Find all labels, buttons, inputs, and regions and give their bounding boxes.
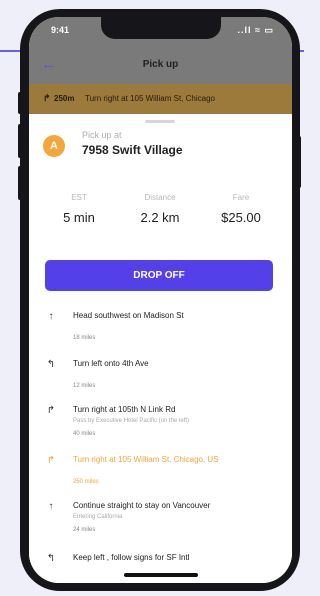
stat-est: EST 5 min [39, 193, 119, 225]
step-instruction: Turn left onto 4th Ave [73, 359, 149, 368]
step-sub: Entering California [73, 514, 123, 520]
nav-bar: ← Pick up [29, 54, 292, 76]
stat-value: 2.2 km [140, 210, 180, 225]
phone-volume-down [18, 166, 22, 200]
phone-volume-up [18, 124, 22, 158]
stat-distance: Distance 2.2 km [120, 193, 200, 225]
step-miles: 24 miles [73, 527, 96, 533]
status-time: 9:41 [51, 25, 70, 35]
turn-right-icon: ↱ [46, 455, 56, 466]
turn-distance: 250m [54, 94, 75, 103]
turn-right-icon: ↱ [46, 405, 56, 416]
header: 9:41 ..ll ≈ ▭ ← Pick up [29, 17, 292, 84]
keep-left-icon: ↰ [46, 553, 56, 564]
trip-card: A Pick up at 7958 Swift Village EST 5 mi… [29, 115, 292, 583]
step-miles: 18 miles [73, 335, 96, 341]
turn-left-icon: ↰ [46, 359, 56, 370]
stat-label: EST [71, 193, 87, 202]
step-sub: Pass by Executive Hotel Pacific (on the … [73, 418, 190, 424]
step-miles: 40 miles [73, 431, 96, 437]
straight-arrow-icon: ↑ [48, 311, 54, 322]
pickup-avatar: A [43, 135, 65, 157]
page-title: Pick up [142, 59, 179, 70]
straight-arrow-icon: ↑ [48, 501, 54, 512]
pickup-label: Pick up at [82, 130, 122, 140]
phone-notch [101, 17, 221, 39]
phone-power-button [297, 136, 301, 188]
app-screen: 9:41 ..ll ≈ ▭ ← Pick up ↱ 250m Turn righ… [29, 17, 292, 583]
step-instruction: Continue straight to stay on Vancouver [73, 501, 211, 510]
step-instruction: Head southwest on Madison St [73, 311, 184, 320]
turn-right-icon: ↱ [43, 93, 51, 103]
home-indicator[interactable] [124, 573, 198, 577]
drag-handle[interactable] [145, 120, 175, 123]
status-icons: ..ll ≈ ▭ [237, 25, 274, 35]
step-miles: 250 miles [73, 479, 99, 485]
step-miles: 12 miles [73, 383, 96, 389]
pickup-address: 7958 Swift Village [82, 143, 183, 157]
stat-label: Fare [232, 193, 250, 202]
step-instruction: Turn right at 105 William St, Chicago, U… [73, 455, 219, 464]
stat-value: 5 min [63, 210, 95, 225]
stat-label: Distance [144, 193, 176, 202]
phone-mute-switch [18, 92, 22, 114]
turn-instruction: Turn right at 105 William St, Chicago [85, 94, 215, 103]
next-turn-banner[interactable]: ↱ 250m Turn right at 105 William St, Chi… [29, 84, 292, 114]
step-instruction: Keep left , follow signs for SF Intl [73, 553, 190, 562]
stat-fare: Fare $25.00 [201, 193, 281, 225]
drop-off-button[interactable]: DROP OFF [45, 260, 273, 291]
stat-value: $25.00 [221, 210, 261, 225]
step-instruction: Turn right at 105th N Link Rd [73, 405, 176, 414]
trip-stats: EST 5 min Distance 2.2 km Fare $25.00 [39, 193, 282, 233]
